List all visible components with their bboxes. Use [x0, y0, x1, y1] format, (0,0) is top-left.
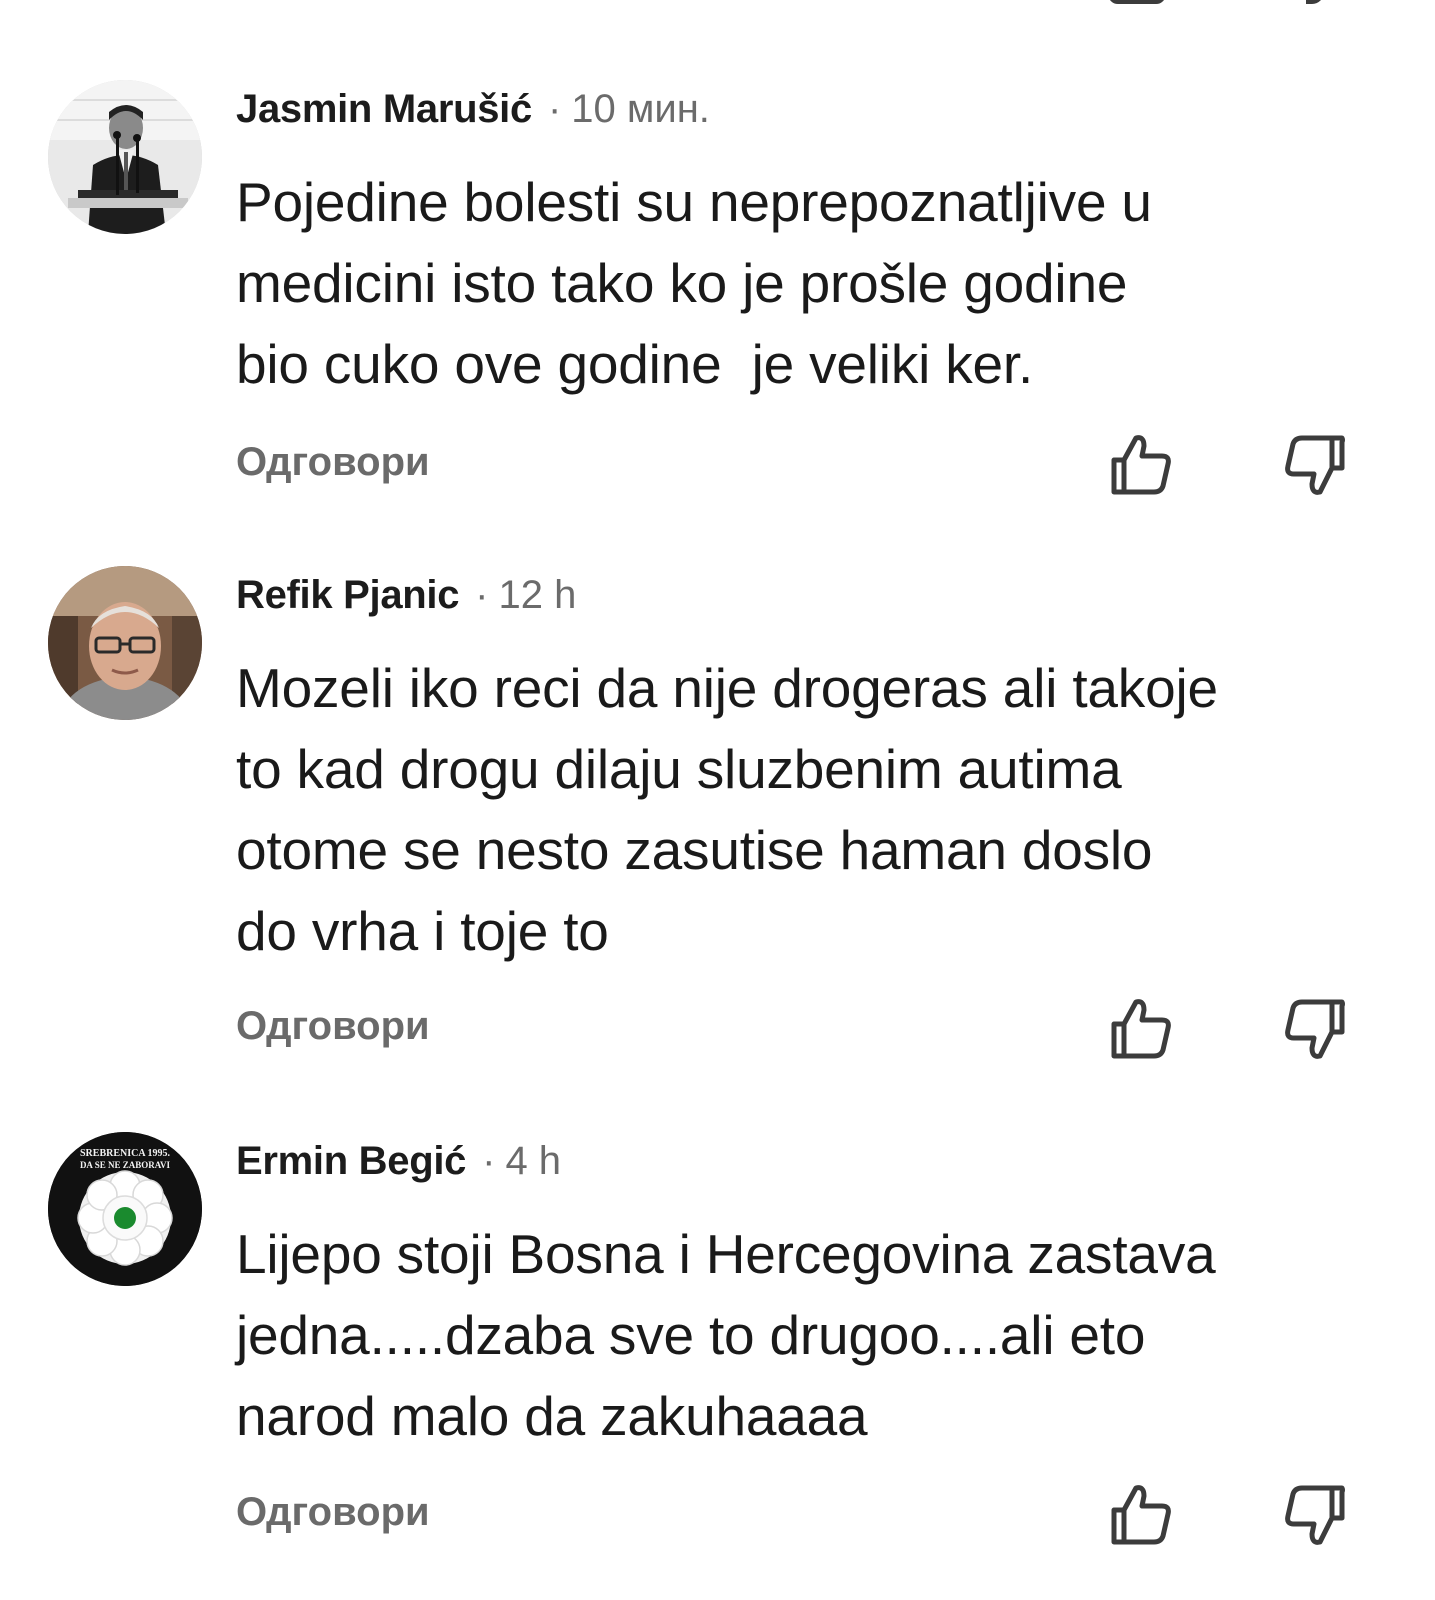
like-button[interactable]: [1106, 430, 1176, 500]
meta-separator: ·: [475, 572, 489, 617]
author-name[interactable]: Refik Pjanic: [236, 573, 459, 618]
comment-meta: Ermin Begić · 4 h: [236, 1136, 561, 1186]
like-button[interactable]: [1106, 994, 1176, 1064]
thumbs-down-icon: [1285, 999, 1345, 1059]
avatar[interactable]: SREBRENICA 1995. DA SE NE ZABORAVI: [48, 1132, 202, 1286]
thumbs-down-icon: [1285, 435, 1345, 495]
comment-actions: Одговори: [0, 1480, 1435, 1550]
comment-actions: Одговори: [0, 430, 1435, 500]
flower-icon: [77, 1170, 173, 1266]
thumbs-up-icon: [1111, 1485, 1171, 1545]
avatar[interactable]: [48, 80, 202, 234]
avatar-caption-line1: SREBRENICA 1995.: [80, 1148, 171, 1159]
author-name[interactable]: Ermin Begić: [236, 1139, 466, 1184]
meta-separator: ·: [547, 86, 562, 131]
reply-button[interactable]: Одговори: [236, 1490, 430, 1535]
like-button[interactable]: [1106, 1480, 1176, 1550]
reply-button[interactable]: Одговори: [236, 440, 430, 485]
comment-text: Mozeli iko reci da nije drogeras ali tak…: [236, 657, 1218, 962]
author-name[interactable]: Jasmin Marušić: [236, 87, 532, 132]
thumbs-up-icon: [1111, 435, 1171, 495]
dislike-button[interactable]: [1280, 1480, 1350, 1550]
cropped-previous-actions: [0, 0, 1435, 20]
avatar[interactable]: [48, 566, 202, 720]
thumbs-down-icon: [1285, 1485, 1345, 1545]
comment-meta: Jasmin Marušić · 10 мин.: [236, 84, 710, 134]
comment-meta: Refik Pjanic · 12 h: [236, 570, 576, 620]
dislike-button[interactable]: [1280, 994, 1350, 1064]
cropped-dislike-icon: [1306, 0, 1324, 4]
comment-text: Pojedine bolesti su neprepoznatljive u m…: [236, 171, 1152, 395]
comment-time: 12 h: [498, 572, 577, 617]
comment-actions: Одговори: [0, 994, 1435, 1064]
dislike-button[interactable]: [1280, 430, 1350, 500]
comment-time: 4 h: [505, 1138, 562, 1183]
reply-button[interactable]: Одговори: [236, 1004, 430, 1049]
comment-text: Lijepo stoji Bosna i Hercegovina zastava…: [236, 1223, 1216, 1447]
avatar-image-man-with-glasses: [48, 566, 202, 720]
thumbs-up-icon: [1111, 999, 1171, 1059]
avatar-image-man-at-podium: [48, 80, 202, 234]
meta-separator: ·: [482, 1138, 496, 1183]
cropped-like-icon: [1108, 0, 1166, 4]
avatar-image-srebrenica-flower: SREBRENICA 1995. DA SE NE ZABORAVI: [48, 1132, 202, 1286]
comment-time: 10 мин.: [571, 86, 710, 131]
avatar-caption-line2: DA SE NE ZABORAVI: [80, 1160, 171, 1170]
